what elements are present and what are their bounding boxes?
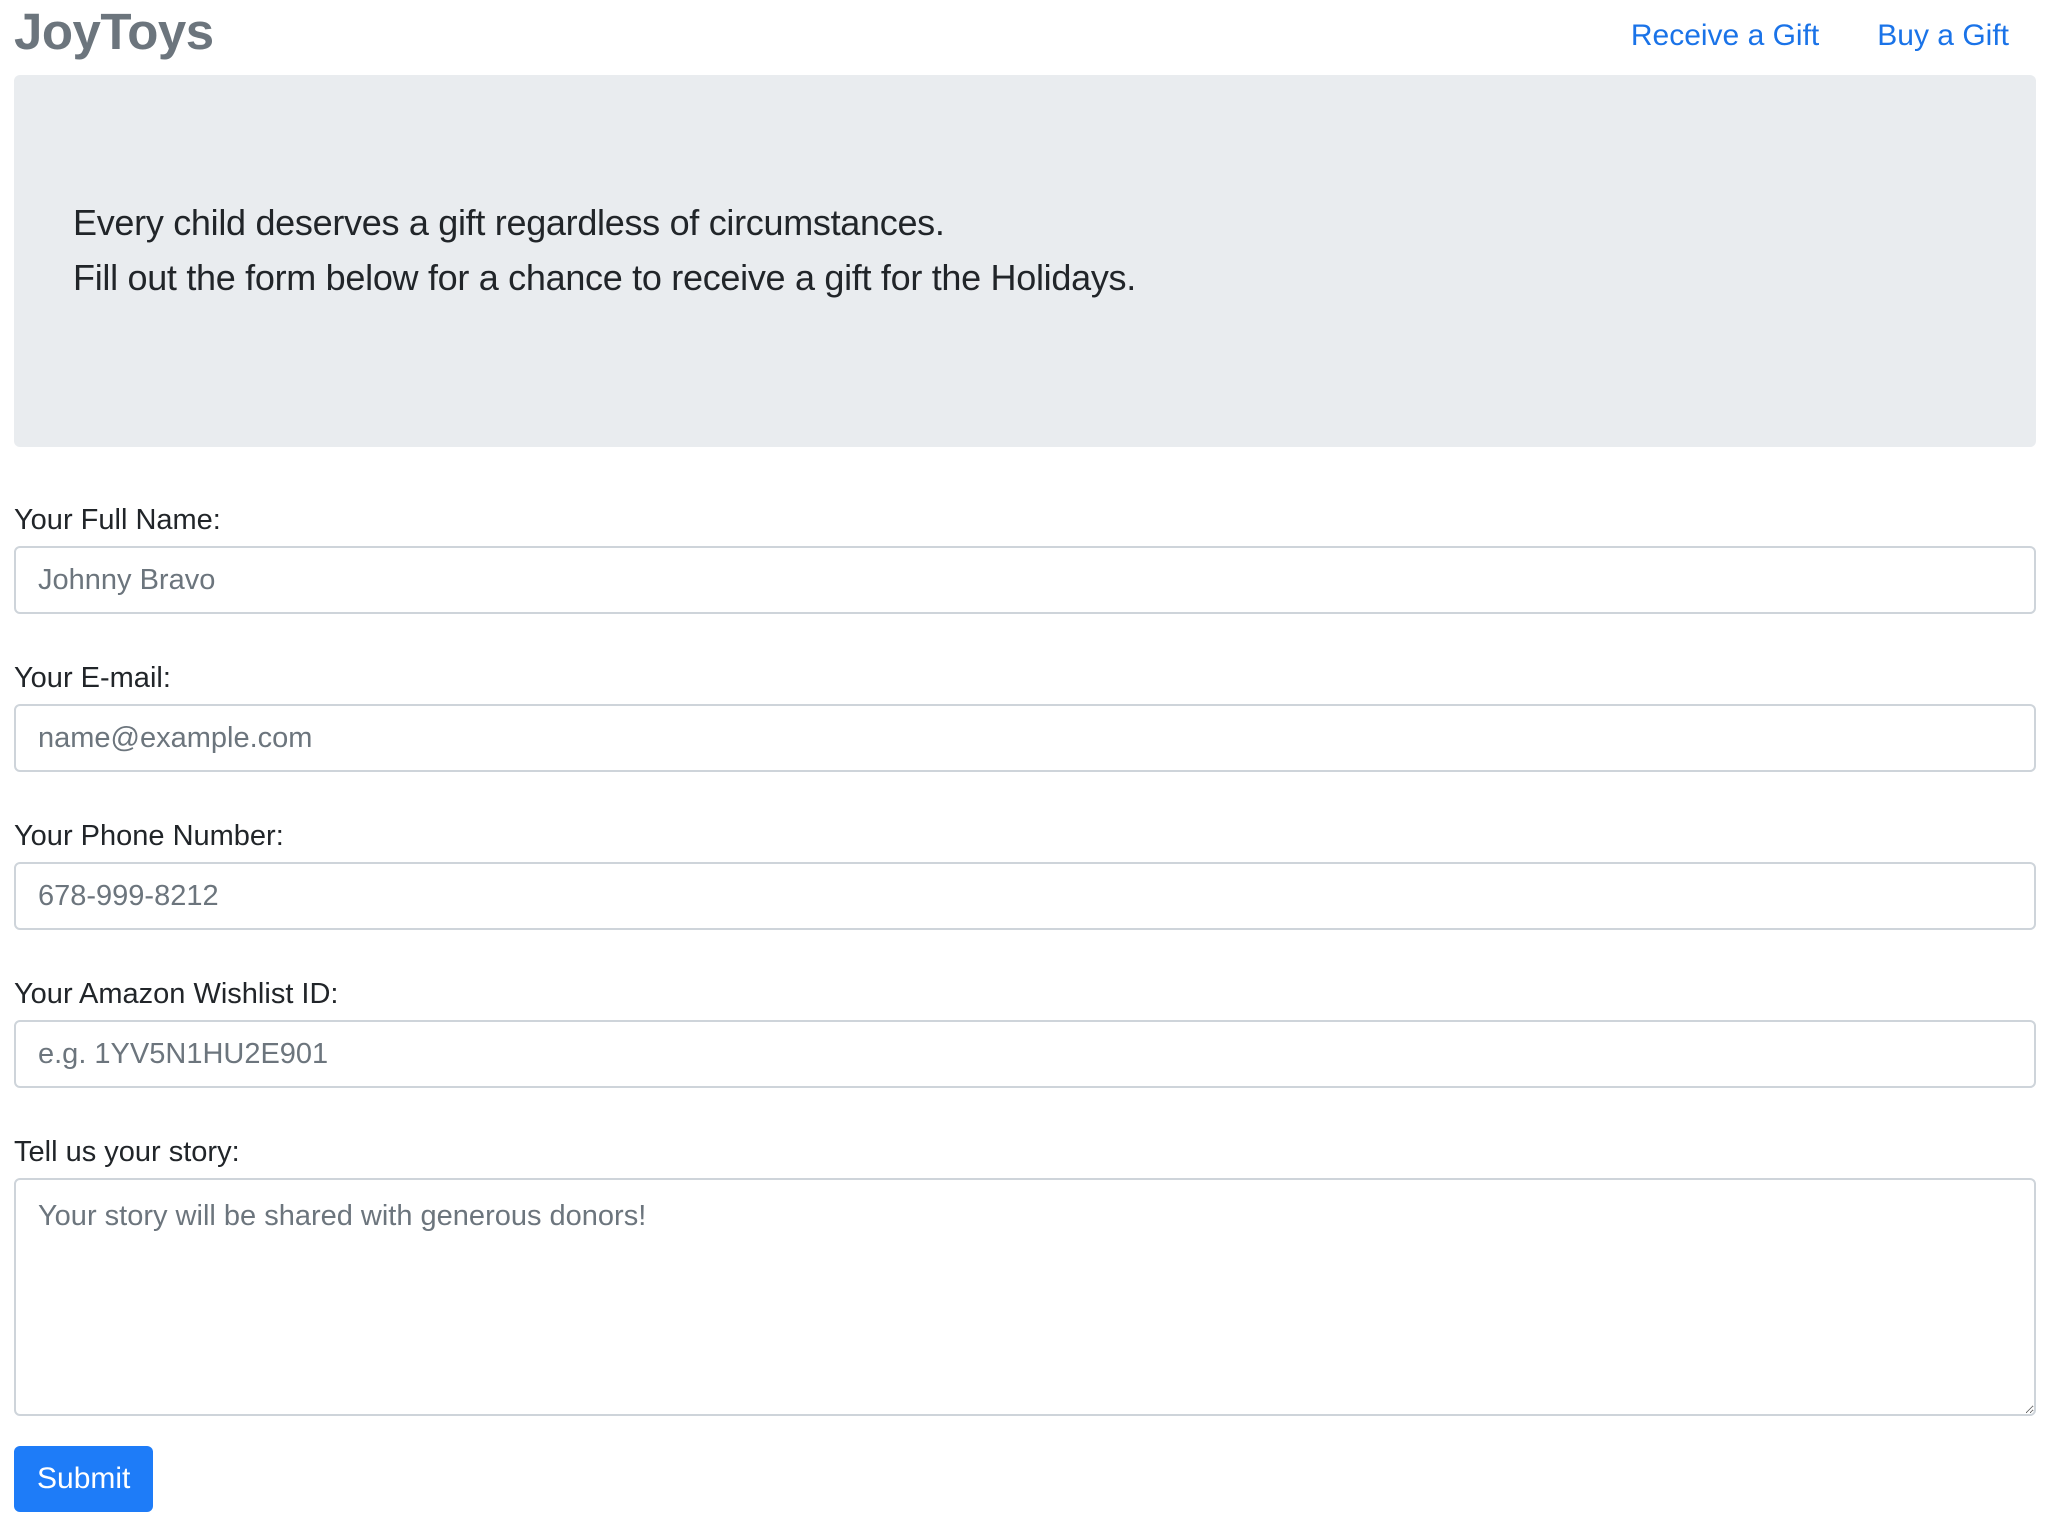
- phone-label: Your Phone Number:: [14, 820, 284, 852]
- email-label: Your E-mail:: [14, 662, 171, 694]
- page: JoyToys Receive a Gift Buy a Gift Every …: [0, 0, 2050, 1518]
- nav-link-receive-gift[interactable]: Receive a Gift: [1631, 14, 1819, 58]
- form-group-full-name: Your Full Name:: [14, 500, 2036, 614]
- form-group-phone: Your Phone Number:: [14, 816, 2036, 930]
- phone-input[interactable]: [14, 862, 2036, 930]
- wishlist-id-input[interactable]: [14, 1020, 2036, 1088]
- email-input[interactable]: [14, 704, 2036, 772]
- full-name-input[interactable]: [14, 546, 2036, 614]
- wishlist-label: Your Amazon Wishlist ID:: [14, 978, 339, 1010]
- gift-request-form: Your Full Name: Your E-mail: Your Phone …: [14, 500, 2036, 1460]
- navbar: JoyToys Receive a Gift Buy a Gift: [14, 0, 2036, 68]
- brand-logo[interactable]: JoyToys: [14, 2, 214, 62]
- form-group-wishlist: Your Amazon Wishlist ID:: [14, 974, 2036, 1088]
- hero-jumbotron: Every child deserves a gift regardless o…: [14, 75, 2036, 447]
- full-name-label: Your Full Name:: [14, 504, 221, 536]
- form-group-story: Tell us your story:: [14, 1132, 2036, 1416]
- nav-link-buy-gift[interactable]: Buy a Gift: [1877, 14, 2009, 58]
- submit-button[interactable]: Submit: [14, 1446, 154, 1512]
- hero-line-1: Every child deserves a gift regardless o…: [73, 202, 945, 243]
- hero-line-2: Fill out the form below for a chance to …: [73, 257, 1136, 298]
- form-group-email: Your E-mail:: [14, 658, 2036, 772]
- hero-lead: Every child deserves a gift regardless o…: [73, 195, 1136, 305]
- story-textarea[interactable]: [14, 1178, 2036, 1416]
- story-label: Tell us your story:: [14, 1136, 240, 1168]
- nav-links: Receive a Gift Buy a Gift: [1631, 14, 2009, 58]
